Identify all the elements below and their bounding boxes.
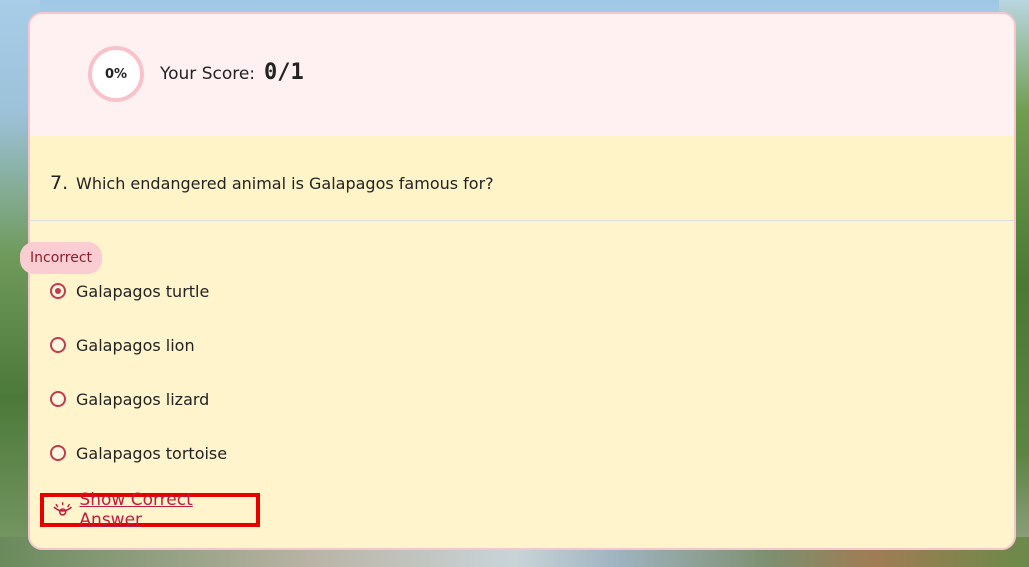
show-correct-answer-label: Show Correct Answer (79, 490, 193, 530)
quiz-card: 0% Your Score: 0/1 7. Which endangered a… (28, 12, 1016, 550)
score-value: 0/1 (264, 60, 304, 85)
question-number: 7. (50, 172, 69, 194)
option-label: Galapagos lion (76, 335, 195, 355)
answer-option[interactable]: Galapagos turtle (50, 278, 209, 304)
question-text: Which endangered animal is Galapagos fam… (76, 174, 494, 193)
question-header: 7. Which endangered animal is Galapagos … (30, 136, 1014, 221)
answer-option[interactable]: Galapagos lizard (50, 386, 209, 412)
option-label: Galapagos turtle (76, 281, 210, 301)
score-percent: 0% (104, 66, 128, 82)
incorrect-badge-label: Incorrect (30, 250, 93, 266)
show-correct-answer-button[interactable]: Show Correct Answer (40, 490, 260, 530)
incorrect-badge: Incorrect (20, 242, 103, 274)
answer-option[interactable]: Galapagos tortoise (50, 440, 227, 466)
eye-icon (53, 502, 72, 516)
option-label: Galapagos lizard (76, 389, 210, 409)
radio-selected-icon[interactable] (50, 283, 66, 299)
answer-option[interactable]: Galapagos lion (50, 332, 195, 358)
radio-icon[interactable] (50, 337, 66, 353)
score-header: 0% Your Score: 0/1 (30, 14, 1014, 136)
radio-icon[interactable] (50, 445, 66, 461)
option-label: Galapagos tortoise (76, 443, 228, 463)
radio-icon[interactable] (50, 391, 66, 407)
score-percent-ring: 0% (88, 46, 144, 102)
score-label: Your Score: (160, 64, 256, 84)
